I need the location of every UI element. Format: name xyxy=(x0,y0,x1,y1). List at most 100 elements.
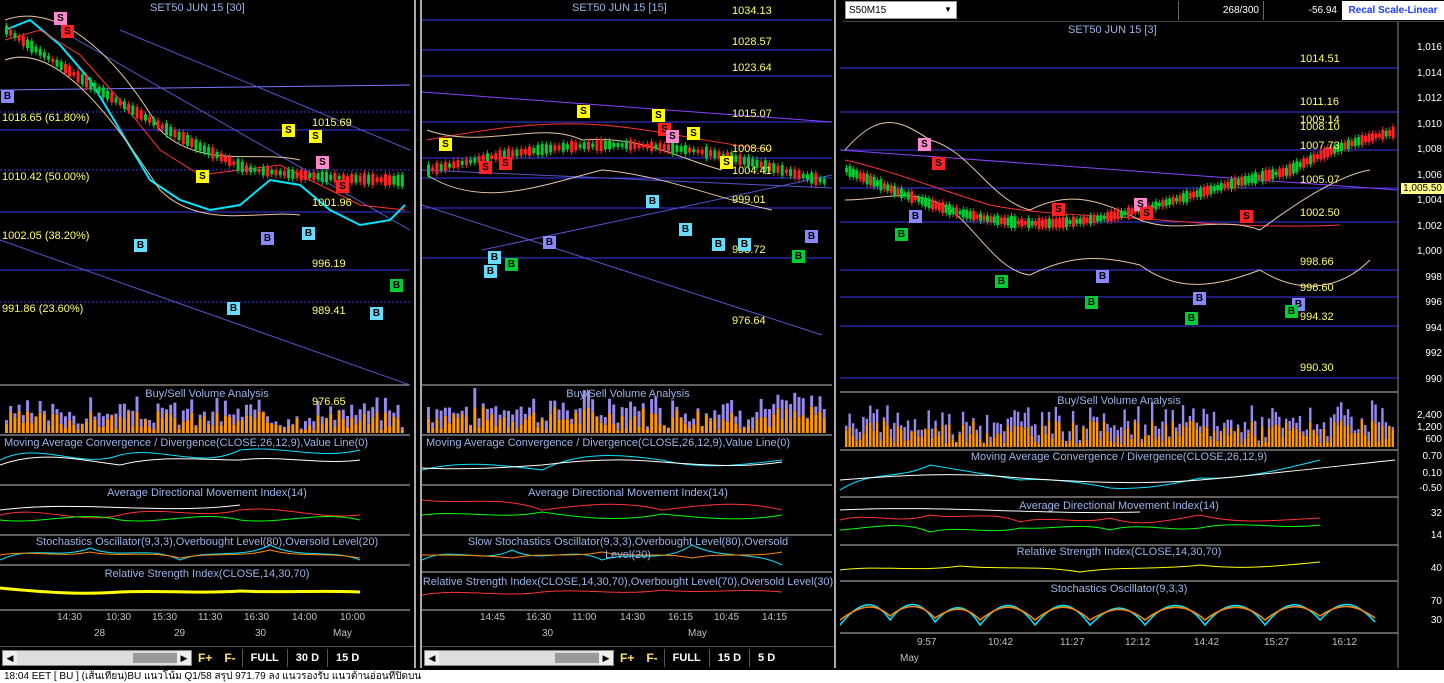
font-increase-button[interactable]: F+ xyxy=(192,651,218,665)
stoch-scale-label: 70 xyxy=(1430,596,1442,607)
signal-sell-marker[interactable]: S xyxy=(932,157,945,170)
volume-bar-sell xyxy=(1120,443,1123,447)
chart-pane-3min[interactable]: SET50 JUN 15 [3] 1014.51 1011.16 1009.14… xyxy=(840,0,1444,668)
signal-buy-marker[interactable]: B xyxy=(995,275,1008,288)
signal-buy-marker[interactable]: B xyxy=(805,230,818,243)
signal-sell-marker[interactable]: S xyxy=(666,130,679,143)
volume-bar-buy xyxy=(1034,424,1037,442)
volume-bar-buy xyxy=(9,405,13,413)
volume-bar-sell xyxy=(282,428,286,433)
candle-body xyxy=(194,139,198,151)
signal-sell-marker[interactable]: S xyxy=(652,109,665,122)
chevron-down-icon[interactable]: ▼ xyxy=(941,3,955,17)
signal-sell-marker[interactable]: S xyxy=(720,156,733,169)
candle-body xyxy=(780,165,784,176)
signal-buy-marker[interactable]: B xyxy=(1285,305,1298,318)
signal-sell-marker[interactable]: S xyxy=(309,130,322,143)
range-15d-button[interactable]: 15 D xyxy=(708,648,749,667)
candle-body xyxy=(875,180,879,187)
candle-body xyxy=(1302,158,1306,168)
volume-bar-buy xyxy=(485,408,489,420)
signal-buy-marker[interactable]: B xyxy=(488,251,501,264)
signal-buy-marker[interactable]: B xyxy=(302,227,315,240)
signal-sell-marker[interactable]: S xyxy=(336,180,349,193)
signal-buy-marker[interactable]: B xyxy=(261,232,274,245)
signal-buy-marker[interactable]: B xyxy=(505,258,518,271)
signal-buy-marker[interactable]: B xyxy=(792,250,805,263)
signal-buy-marker[interactable]: B xyxy=(227,302,240,315)
signal-buy-marker[interactable]: B xyxy=(390,279,403,292)
signal-buy-marker[interactable]: B xyxy=(895,228,908,241)
scroll-thumb[interactable] xyxy=(133,652,178,663)
chart-pane-30min[interactable]: SET50 JUN 15 [30] 1018.65 (61.80%) 1015.… xyxy=(0,0,416,668)
range-5d-button[interactable]: 5 D xyxy=(749,648,783,667)
signal-sell-marker[interactable]: S xyxy=(479,161,492,174)
volume-bar-buy xyxy=(944,424,948,443)
signal-buy-marker[interactable]: B xyxy=(543,236,556,249)
volume-bar-sell xyxy=(709,420,713,433)
scroll-left-icon[interactable]: ◀ xyxy=(425,650,439,665)
signal-sell-marker[interactable]: S xyxy=(1052,203,1065,216)
signal-buy-marker[interactable]: B xyxy=(646,195,659,208)
signal-buy-marker[interactable]: B xyxy=(1193,292,1206,305)
signal-sell-marker[interactable]: S xyxy=(918,138,931,151)
signal-sell-marker[interactable]: S xyxy=(439,138,452,151)
signal-buy-marker[interactable]: B xyxy=(1,90,14,103)
signal-sell-marker[interactable]: S xyxy=(577,105,590,118)
signal-buy-marker[interactable]: B xyxy=(1085,296,1098,309)
signal-sell-marker[interactable]: S xyxy=(61,25,74,38)
signal-sell-marker[interactable]: S xyxy=(54,12,67,25)
candle-body xyxy=(793,169,797,178)
signal-buy-marker[interactable]: B xyxy=(909,210,922,223)
font-increase-button[interactable]: F+ xyxy=(614,651,640,665)
scroll-left-icon[interactable]: ◀ xyxy=(3,650,17,665)
volume-bar-sell xyxy=(511,421,515,433)
signal-buy-marker[interactable]: B xyxy=(134,239,147,252)
horizontal-scrollbar[interactable]: ◀ ▶ xyxy=(2,649,192,666)
stoch-indicator-title: Stochastics Oscillator(9,3,3) xyxy=(1050,583,1188,595)
scroll-right-icon[interactable]: ▶ xyxy=(177,650,191,665)
signal-buy-marker[interactable]: B xyxy=(1096,270,1109,283)
font-decrease-button[interactable]: F- xyxy=(640,651,663,665)
signal-buy-marker[interactable]: B xyxy=(484,265,497,278)
signal-sell-marker[interactable]: S xyxy=(1240,210,1253,223)
candle-body xyxy=(700,149,704,154)
scroll-thumb[interactable] xyxy=(555,652,600,663)
signal-sell-marker[interactable]: S xyxy=(282,124,295,137)
candle-body xyxy=(951,207,955,215)
signal-buy-marker[interactable]: B xyxy=(370,307,383,320)
candle-body xyxy=(1051,219,1055,228)
volume-bar-buy xyxy=(498,414,502,420)
signal-sell-marker[interactable]: S xyxy=(687,127,700,140)
recal-scale-button[interactable]: Recal Scale-Linear xyxy=(1342,1,1444,20)
signal-sell-marker[interactable]: S xyxy=(196,170,209,183)
font-decrease-button[interactable]: F- xyxy=(218,651,241,665)
volume-bar-sell xyxy=(700,426,704,433)
volume-bar-sell xyxy=(1298,431,1302,447)
chart-pane-15min[interactable]: SET50 JUN 15 [15] 1034.13 1028.57 1023.6… xyxy=(420,0,836,668)
volume-bar-sell xyxy=(920,437,924,447)
scroll-right-icon[interactable]: ▶ xyxy=(599,650,613,665)
date-axis-label: 30 xyxy=(255,628,267,639)
signal-sell-marker[interactable]: S xyxy=(1140,207,1153,220)
volume-bar-buy xyxy=(913,419,917,431)
candle-body xyxy=(1116,210,1120,220)
signal-sell-marker[interactable]: S xyxy=(499,157,512,170)
signal-sell-marker[interactable]: S xyxy=(316,156,329,169)
volume-bar-sell xyxy=(1264,441,1267,447)
symbol-select[interactable]: S50M15 ▼ xyxy=(845,1,957,19)
volume-bar-buy xyxy=(93,416,97,420)
volume-bar-buy xyxy=(17,404,21,412)
range-15d-button[interactable]: 15 D xyxy=(327,648,367,667)
signal-buy-marker[interactable]: B xyxy=(712,238,725,251)
volume-bar-buy xyxy=(519,406,523,425)
full-range-button[interactable]: FULL xyxy=(663,648,709,667)
volume-bar-buy xyxy=(814,406,818,415)
horizontal-scrollbar[interactable]: ◀ ▶ xyxy=(424,649,614,666)
full-range-button[interactable]: FULL xyxy=(241,648,287,667)
signal-buy-marker[interactable]: B xyxy=(738,238,751,251)
signal-buy-marker[interactable]: B xyxy=(1185,312,1198,325)
range-30d-button[interactable]: 30 D xyxy=(286,648,327,667)
signal-buy-marker[interactable]: B xyxy=(679,223,692,236)
volume-bar-sell xyxy=(759,417,763,433)
